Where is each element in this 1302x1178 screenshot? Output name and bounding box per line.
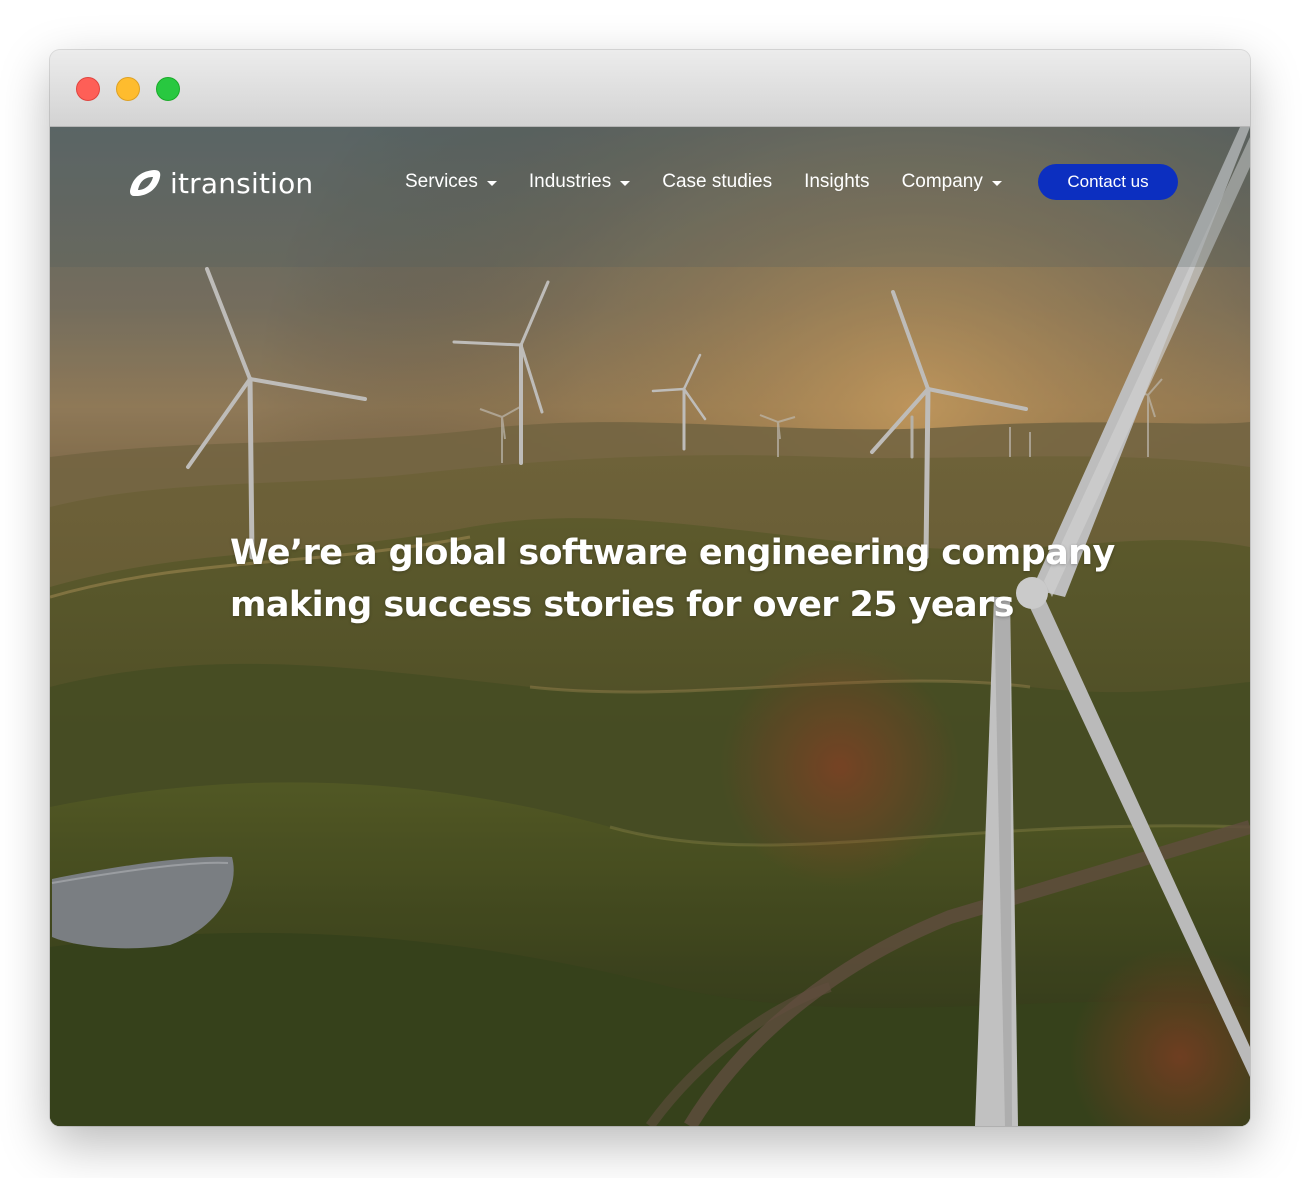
nav-item-label: Insights	[804, 171, 870, 192]
hero-headline-line-1: We’re a global software engineering comp…	[230, 533, 1115, 573]
nav-item-services[interactable]: Services	[405, 171, 497, 193]
page-viewport: itransition Services Industries Case stu…	[50, 127, 1250, 1126]
browser-window: itransition Services Industries Case stu…	[50, 50, 1250, 1126]
site-header: itransition Services Industries Case stu…	[50, 127, 1250, 237]
caret-down-icon	[991, 180, 1002, 186]
nav-item-label: Case studies	[662, 171, 773, 192]
nav-item-case-studies[interactable]: Case studies	[662, 171, 772, 193]
hero-headline: We’re a global software engineering comp…	[230, 527, 1130, 631]
nav-item-label: Company	[901, 171, 983, 192]
zoom-window-button[interactable]	[156, 77, 180, 101]
window-titlebar	[50, 50, 1250, 127]
contact-us-button[interactable]: Contact us	[1038, 164, 1178, 200]
nav-item-label: Industries	[528, 171, 612, 192]
brand-name: itransition	[170, 166, 314, 200]
brand-logo[interactable]: itransition	[128, 165, 313, 201]
hero-headline-line-2: making success stories for over 25 years	[230, 585, 1014, 625]
nav-item-industries[interactable]: Industries	[528, 171, 631, 193]
nav-item-company[interactable]: Company	[902, 171, 1002, 193]
main-navigation: Services Industries Case studies Insight…	[405, 167, 1034, 197]
caret-down-icon	[620, 180, 631, 186]
minimize-window-button[interactable]	[116, 77, 140, 101]
leaf-logo-icon	[130, 170, 161, 196]
nav-item-insights[interactable]: Insights	[804, 171, 869, 193]
caret-down-icon	[486, 180, 497, 186]
close-window-button[interactable]	[76, 77, 100, 101]
nav-item-label: Services	[405, 171, 478, 192]
